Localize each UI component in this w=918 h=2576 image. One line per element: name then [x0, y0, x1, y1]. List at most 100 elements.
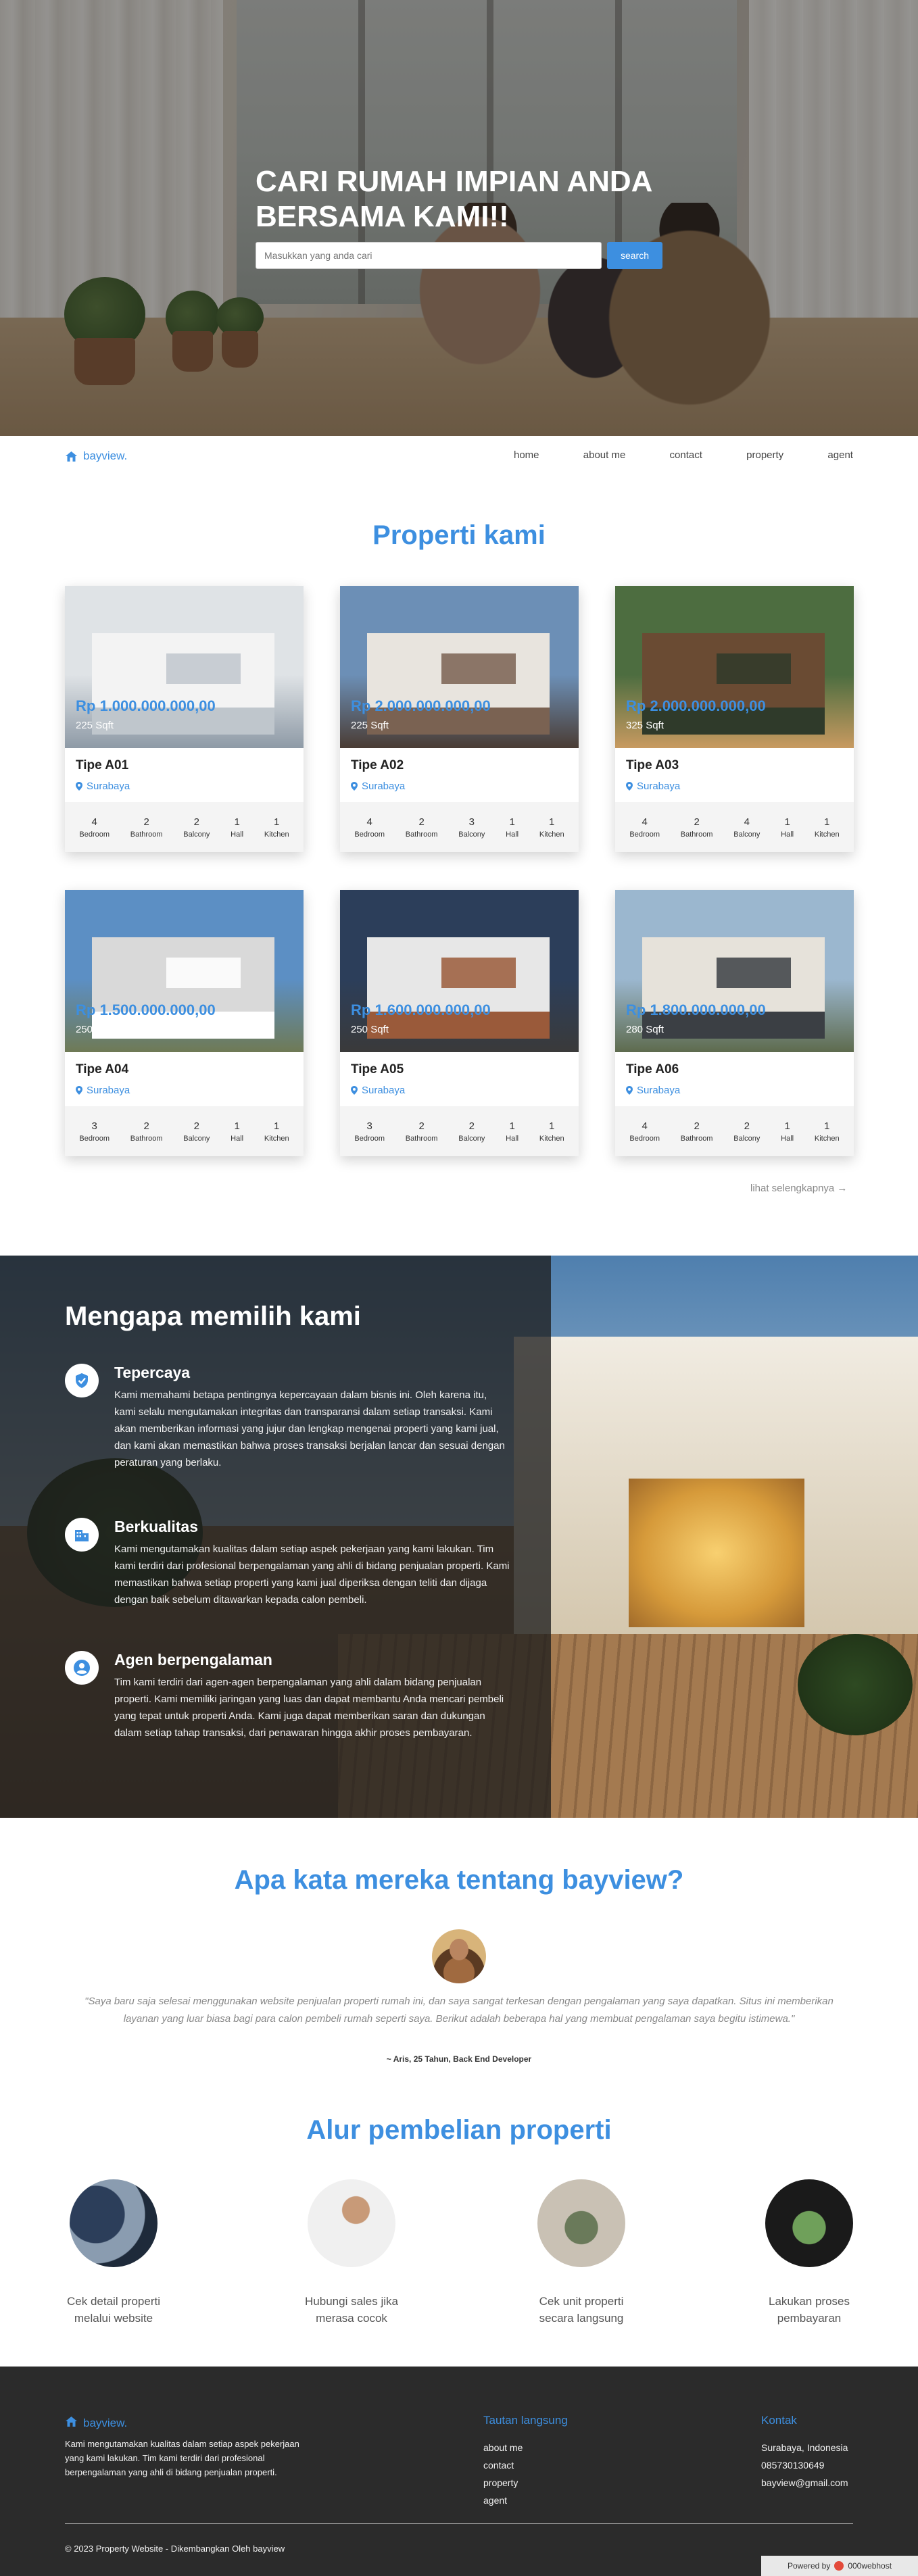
hero-title: CARI RUMAH IMPIAN ANDA BERSAMA KAMI!! [256, 165, 652, 233]
house-icon [65, 451, 78, 462]
stat-label: Balcony [183, 830, 210, 839]
property-price: Rp 2.000.000.000,00 [351, 697, 491, 714]
stat-value: 1 [274, 816, 280, 828]
flow-step-payment: Lakukan proses pembayaran [728, 2179, 890, 2327]
avatar-face [450, 1939, 468, 1960]
stat-value: 2 [468, 1120, 475, 1132]
property-card[interactable]: Rp 2.000.000.000,00 325 Sqft Tipe A03 Su… [615, 586, 854, 852]
property-size: 250 Sqft [76, 1024, 114, 1035]
footer-link-about-me[interactable]: about me [483, 2442, 523, 2453]
stat-value: 1 [784, 816, 790, 828]
stat-label: Balcony [183, 1134, 210, 1143]
flow-step-label-line: merasa cocok [316, 2312, 387, 2325]
property-stat-bathroom: 2 Bathroom [130, 1120, 163, 1143]
nav-link-property[interactable]: property [746, 449, 783, 461]
property-card[interactable]: Rp 1.600.000.000,00 250 Sqft Tipe A05 Su… [340, 890, 579, 1156]
property-stat-bedroom: 4 Bedroom [629, 816, 660, 839]
property-stat-balcony: 2 Balcony [733, 1120, 760, 1143]
flow-step-check-detail: Cek detail properti melalui website [32, 2179, 195, 2327]
property-stat-bedroom: 4 Bedroom [79, 816, 110, 839]
property-location-text: Surabaya [637, 1085, 681, 1096]
why-item-text: Kami memahami betapa pentingnya kepercay… [114, 1389, 505, 1468]
nav-link-home[interactable]: home [514, 449, 539, 461]
property-price: Rp 1.500.000.000,00 [76, 1001, 216, 1018]
property-stats: 4 Bedroom 2 Bathroom 3 Balcony 1 Hall 1 Kitchen [340, 802, 579, 852]
property-card[interactable]: Rp 1.800.000.000,00 280 Sqft Tipe A06 Su… [615, 890, 854, 1156]
why-title: Mengapa memilih kami [65, 1302, 361, 1331]
footer-brand-name: bayview. [83, 2417, 128, 2429]
footer-link-contact[interactable]: contact [483, 2460, 514, 2471]
property-stat-kitchen: 1 Kitchen [815, 1120, 840, 1143]
stat-label: Hall [781, 830, 794, 839]
property-location: Surabaya [626, 1085, 680, 1096]
testimonial-title: Apa kata mereka tentang bayview? [234, 1865, 684, 1895]
house-window [441, 653, 516, 684]
why-item-title: Berkualitas [114, 1518, 199, 1535]
property-stat-hall: 1 Hall [781, 816, 794, 839]
stat-label: Balcony [458, 830, 485, 839]
house-illustration [642, 937, 825, 1039]
flow-step-contact-sales: Hubungi sales jika merasa cocok [270, 2179, 433, 2327]
nav-link-about-me[interactable]: about me [583, 449, 626, 461]
powered-by-badge[interactable]: Powered by 000webhost [761, 2556, 918, 2576]
property-card[interactable]: Rp 1.000.000.000,00 225 Sqft Tipe A01 Su… [65, 586, 304, 852]
powered-by-brand: 000webhost [848, 2561, 892, 2571]
property-stat-kitchen: 1 Kitchen [815, 816, 840, 839]
why-item-title: Tepercaya [114, 1364, 191, 1381]
property-card[interactable]: Rp 2.000.000.000,00 225 Sqft Tipe A02 Su… [340, 586, 579, 852]
stat-label: Kitchen [264, 1134, 289, 1143]
stat-value: 1 [824, 816, 830, 828]
property-size: 225 Sqft [76, 720, 114, 731]
property-location: Surabaya [626, 781, 680, 792]
stat-value: 1 [274, 1120, 280, 1132]
property-stat-bathroom: 2 Bathroom [130, 816, 163, 839]
stat-label: Bathroom [405, 1134, 438, 1143]
flow-step-image [765, 2179, 853, 2267]
brand-logo[interactable]: bayview. [65, 449, 127, 463]
house-illustration [92, 937, 274, 1039]
flow-title: Alur pembelian properti [306, 2115, 612, 2145]
property-stats: 3 Bedroom 2 Bathroom 2 Balcony 1 Hall 1 Kitchen [340, 1106, 579, 1156]
stat-value: 2 [143, 1120, 149, 1132]
property-location-text: Surabaya [362, 1085, 406, 1096]
search-input[interactable] [256, 242, 602, 269]
stat-label: Kitchen [539, 830, 564, 839]
stat-value: 2 [418, 1120, 425, 1132]
stat-label: Bathroom [130, 830, 163, 839]
footer-address: Surabaya, Indonesia [761, 2442, 848, 2453]
footer-description: Kami mengutamakan kualitas dalam setiap … [65, 2439, 299, 2477]
stat-value: 4 [366, 816, 372, 828]
why-item-trusted: Tepercaya Kami memahami betapa pentingny… [65, 1364, 511, 1485]
footer-link-agent[interactable]: agent [483, 2495, 507, 2506]
stat-label: Bedroom [79, 830, 110, 839]
property-stat-balcony: 2 Balcony [183, 816, 210, 839]
why-shrub [798, 1634, 913, 1735]
search-button[interactable]: search [607, 242, 662, 269]
footer-brand[interactable]: bayview. [65, 2416, 127, 2431]
stat-value: 4 [744, 816, 750, 828]
stat-label: Balcony [458, 1134, 485, 1143]
map-pin-icon [351, 782, 358, 791]
property-card[interactable]: Rp 1.500.000.000,00 250 Sqft Tipe A04 Su… [65, 890, 304, 1156]
webhost-logo-icon [834, 2561, 844, 2571]
footer: bayview. Kami mengutamakan kualitas dala… [0, 2367, 918, 2576]
flow-step-image [537, 2179, 625, 2267]
property-price: Rp 1.000.000.000,00 [76, 697, 216, 714]
property-location-text: Surabaya [637, 781, 681, 792]
property-name: Tipe A05 [351, 1062, 404, 1076]
stat-label: Bedroom [79, 1134, 110, 1143]
flow-step-label-line: secara langsung [539, 2312, 624, 2325]
nav-link-agent[interactable]: agent [827, 449, 853, 461]
footer-link-property[interactable]: property [483, 2477, 518, 2488]
stat-label: Bedroom [629, 830, 660, 839]
property-size: 280 Sqft [626, 1024, 664, 1035]
why-section: Mengapa memilih kami Tepercaya Kami mema… [0, 1256, 918, 1818]
nav-link-contact[interactable]: contact [670, 449, 702, 461]
stat-value: 2 [193, 1120, 199, 1132]
see-more-link[interactable]: lihat selengkapnya → [750, 1183, 847, 1194]
map-pin-icon [76, 1086, 82, 1095]
stat-value: 2 [143, 816, 149, 828]
property-stat-bedroom: 3 Bedroom [79, 1120, 110, 1143]
stat-value: 1 [509, 816, 515, 828]
stat-value: 2 [744, 1120, 750, 1132]
